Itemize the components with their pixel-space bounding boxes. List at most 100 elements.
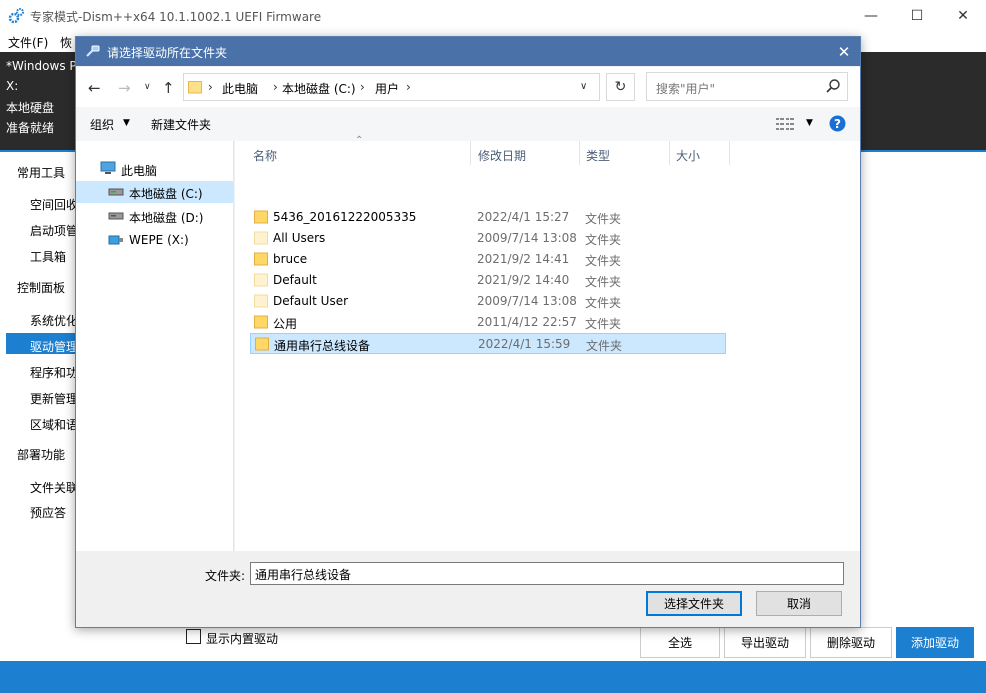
tree-label: 本地磁盘 (D:) [129,211,204,225]
minimize-button[interactable]: — [848,0,894,31]
folder-icon [254,315,268,329]
session-disk-type: 本地硬盘 [6,101,55,115]
tree-item-this-pc[interactable]: 此电脑 [76,158,233,180]
navigation-tree: 此电脑 本地磁盘 (C:) 本地磁盘 (D:) WEPE (X:) [76,141,234,551]
nav-item-toolbox[interactable]: 工具箱 [30,248,76,265]
nav-item-system-optimize[interactable]: 系统优化 [30,312,76,329]
delete-drivers-button[interactable]: 删除驱动 [810,627,892,658]
drive-icon [108,212,124,220]
cancel-button[interactable]: 取消 [756,591,842,616]
app-gear-icon [8,8,24,24]
address-dropdown-chevron-icon[interactable]: ∨ [580,81,587,92]
file-type: 文件夹 [586,339,623,353]
nav-item-answer-file[interactable]: 预应答 [30,504,76,521]
folder-name-label: 文件夹: [205,569,246,583]
add-drivers-button[interactable]: 添加驱动 [896,627,974,658]
file-date: 2022/4/1 15:59 [478,337,571,351]
address-row: ← → ∨ ↑ › 此电脑 › 本地磁盘 (C:) › 用户 › ∨ ↻ 搜索"… [76,67,860,107]
tree-label: 本地磁盘 (C:) [129,187,203,201]
folder-name-input[interactable]: 通用串行总线设备 [250,562,844,585]
file-row[interactable]: bruce 2021/9/2 14:41 文件夹 [250,249,726,270]
nav-item-file-association[interactable]: 文件关联 [30,479,76,496]
file-row-selected[interactable]: 通用串行总线设备 2022/4/1 15:59 文件夹 [250,333,726,354]
maximize-button[interactable]: ☐ [894,0,940,31]
menu-restore[interactable]: 恢 [60,34,72,51]
breadcrumb-local-disk-c[interactable]: 本地磁盘 (C:) [282,80,356,97]
file-name: All Users [273,231,326,245]
file-name: Default [273,273,317,287]
select-all-button[interactable]: 全选 [640,627,720,658]
nav-section-common-tools: 常用工具 [17,166,66,180]
file-row[interactable]: All Users 2009/7/14 13:08 文件夹 [250,228,726,249]
file-date: 2011/4/12 22:57 [477,315,577,329]
breadcrumb-users[interactable]: 用户 [375,80,399,97]
dialog-link-icon [86,45,100,57]
tree-label: 此电脑 [121,164,158,178]
tree-item-wepe-x[interactable]: WEPE (X:) [76,229,233,251]
file-date: 2009/7/14 13:08 [477,231,577,245]
file-name: 公用 [273,317,298,331]
nav-item-startup[interactable]: 启动项管 [30,222,76,239]
folder-icon [255,337,269,351]
file-row[interactable]: 5436_20161222005335 2022/4/1 15:27 文件夹 [250,207,726,228]
recent-locations-chevron-icon[interactable]: ∨ [144,82,151,92]
menu-file[interactable]: 文件(F) [8,34,48,51]
view-options-icon[interactable] [776,117,794,131]
breadcrumb-sep-icon: › [406,80,411,94]
column-type[interactable]: 类型 [580,141,670,165]
breadcrumb-this-pc[interactable]: 此电脑 [222,80,258,97]
breadcrumb-sep-icon: › [360,80,365,94]
column-size-label: 大小 [676,149,701,163]
column-date[interactable]: 修改日期 [472,141,580,165]
forward-arrow-icon[interactable]: → [118,79,131,97]
search-input[interactable]: 搜索"用户" [646,72,848,101]
column-size[interactable]: 大小 [670,141,730,165]
tree-item-local-disk-c[interactable]: 本地磁盘 (C:) [76,181,233,203]
nav-item-region-language[interactable]: 区域和语 [30,416,76,433]
file-type: 文件夹 [585,296,622,310]
nav-item-programs[interactable]: 程序和功 [30,364,76,381]
main-close-button[interactable]: ✕ [940,0,986,31]
side-nav: 常用工具 空间回收 启动项管 工具箱 控制面板 系统优化 驱动管理 程序和功 更… [0,152,76,622]
file-row[interactable]: Default 2021/9/2 14:40 文件夹 [250,270,726,291]
main-window-title: 专家模式-Dism++x64 10.1.1002.1 UEFI Firmware [30,10,322,24]
export-drivers-button[interactable]: 导出驱动 [724,627,806,658]
organize-dropdown-icon[interactable]: ▼ [123,118,130,128]
view-dropdown-icon[interactable]: ▼ [806,118,813,128]
file-type: 文件夹 [585,233,622,247]
tree-item-local-disk-d[interactable]: 本地磁盘 (D:) [76,205,233,227]
address-bar[interactable]: › 此电脑 › 本地磁盘 (C:) › 用户 › ∨ [183,73,600,101]
nav-section-control-panel: 控制面板 [17,281,66,295]
up-arrow-icon[interactable]: ↑ [162,79,175,97]
nav-item-space-cleanup[interactable]: 空间回收 [30,196,76,213]
column-date-label: 修改日期 [478,149,527,163]
file-date: 2022/4/1 15:27 [477,210,570,224]
select-folder-button[interactable]: 选择文件夹 [646,591,742,616]
file-date: 2009/7/14 13:08 [477,294,577,308]
new-folder-button[interactable]: 新建文件夹 [151,116,211,133]
folder-icon [254,231,268,245]
show-builtin-drivers-label: 显示内置驱动 [206,632,279,646]
folder-icon [254,210,268,224]
file-date: 2021/9/2 14:40 [477,273,570,287]
session-drive: X: [6,79,19,93]
usb-drive-icon [108,235,123,245]
file-name: 5436_20161222005335 [273,210,417,224]
help-icon[interactable]: ? [829,115,846,132]
nav-item-driver-management[interactable]: 驱动管理 [30,338,76,355]
nav-section-deploy: 部署功能 [17,448,66,462]
file-row[interactable]: 公用 2011/4/12 22:57 文件夹 [250,312,726,333]
dialog-close-button[interactable]: ✕ [828,37,860,66]
file-name: 通用串行总线设备 [274,339,371,353]
file-row[interactable]: Default User 2009/7/14 13:08 文件夹 [250,291,726,312]
column-name[interactable]: 名称 [247,141,471,165]
refresh-button[interactable]: ↻ [606,73,635,101]
back-arrow-icon[interactable]: ← [88,79,101,97]
organize-button[interactable]: 组织 [90,116,114,133]
nav-item-updates[interactable]: 更新管理 [30,390,76,407]
tree-label: WEPE (X:) [129,233,189,247]
file-type: 文件夹 [585,317,622,331]
show-builtin-drivers-checkbox[interactable] [186,629,201,644]
column-type-label: 类型 [586,149,611,163]
folder-picker-dialog: 请选择驱动所在文件夹 ✕ ← → ∨ ↑ › 此电脑 › 本地磁盘 (C:) ›… [75,36,861,628]
